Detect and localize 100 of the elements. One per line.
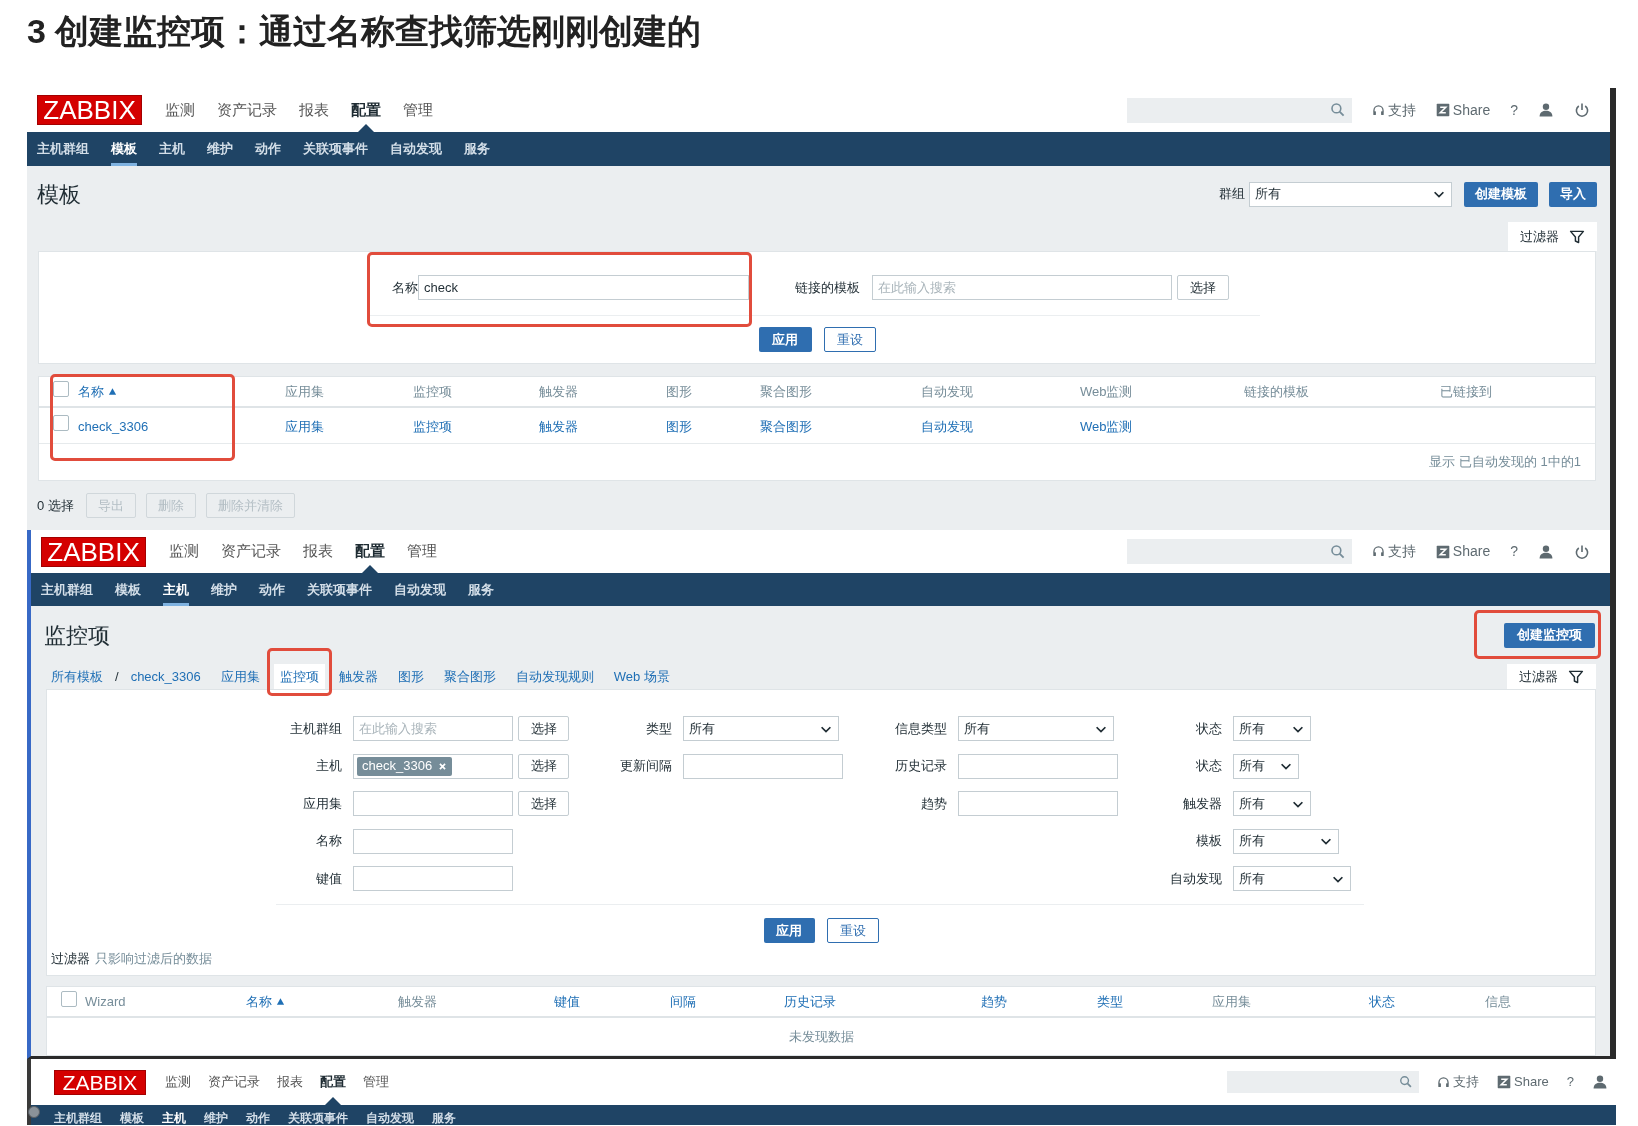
select-button[interactable]: 选择 xyxy=(518,753,569,779)
column-header[interactable]: 状态 xyxy=(1369,991,1485,1012)
nav-tab[interactable]: 聚合图形 xyxy=(437,664,502,689)
menu-item[interactable]: 监测 xyxy=(165,1072,191,1092)
input-field[interactable] xyxy=(958,753,1118,779)
select-button[interactable]: 选择 xyxy=(518,791,569,816)
submenu-tab[interactable]: 主机 xyxy=(159,132,185,166)
zabbix-logo[interactable]: ZABBIX xyxy=(41,536,146,567)
breadcrumb-link[interactable]: 所有模板 xyxy=(45,664,109,689)
user-icon[interactable] xyxy=(1592,1074,1608,1090)
support-link[interactable]: 支持 xyxy=(1371,541,1416,562)
submenu-tab[interactable]: 动作 xyxy=(255,132,281,166)
apply-button[interactable]: 应用 xyxy=(758,327,812,352)
search-field[interactable] xyxy=(1126,539,1352,564)
input-field[interactable] xyxy=(353,791,513,816)
search-field[interactable] xyxy=(1126,97,1352,123)
dropdown[interactable]: 所有 xyxy=(958,716,1114,741)
menu-item[interactable]: 管理 xyxy=(403,98,433,122)
power-icon[interactable] xyxy=(1574,543,1590,560)
dropdown[interactable]: 所有 xyxy=(1233,753,1299,779)
filter-tab[interactable]: 过滤器 xyxy=(1508,222,1597,251)
submenu-tab[interactable]: 关联项事件 xyxy=(303,132,368,166)
submenu-tab[interactable]: 模板 xyxy=(120,1105,144,1125)
input-field[interactable] xyxy=(353,828,513,854)
reset-button[interactable]: 重设 xyxy=(823,327,876,352)
input-field[interactable] xyxy=(353,866,513,891)
submenu-tab[interactable]: 主机 xyxy=(163,573,189,606)
reset-button[interactable]: 重设 xyxy=(826,918,879,943)
submenu-tab[interactable]: 服务 xyxy=(464,132,490,166)
filter-tab[interactable]: 过滤器 xyxy=(1507,664,1596,689)
table-link[interactable]: 应用集 xyxy=(285,418,324,434)
input-field[interactable]: 在此输入搜索 xyxy=(353,716,513,741)
submenu-tab[interactable]: 主机群组 xyxy=(37,132,89,166)
nav-tab[interactable]: Web 场景 xyxy=(607,664,676,689)
submenu-tab[interactable]: 维护 xyxy=(211,573,237,606)
share-link[interactable]: Share xyxy=(1435,541,1491,562)
create-template-button[interactable]: 创建模板 xyxy=(1464,181,1538,207)
share-link[interactable]: Share xyxy=(1435,99,1491,121)
dropdown[interactable]: 所有 xyxy=(1233,828,1339,854)
dropdown[interactable]: 所有 xyxy=(1233,716,1311,741)
menu-item[interactable]: 配置 xyxy=(351,98,381,122)
name-input[interactable]: check xyxy=(418,275,749,300)
dropdown[interactable]: 所有 xyxy=(1233,866,1351,891)
nav-tab[interactable]: 自动发现规则 xyxy=(509,664,600,689)
help-link[interactable]: ? xyxy=(1510,99,1518,121)
linked-template-input[interactable]: 在此输入搜索 xyxy=(872,275,1172,300)
dropdown[interactable]: 所有 xyxy=(683,716,839,741)
nav-tab[interactable]: 监控项 xyxy=(273,664,325,689)
submenu-tab[interactable]: 自动发现 xyxy=(366,1105,414,1125)
breadcrumb-link[interactable]: check_3306 xyxy=(124,664,207,689)
table-link[interactable]: 聚合图形 xyxy=(760,418,812,434)
menu-item[interactable]: 资产记录 xyxy=(208,1072,260,1092)
submenu-tab[interactable]: 主机群组 xyxy=(54,1105,102,1125)
submenu-tab[interactable]: 主机群组 xyxy=(41,573,93,606)
table-link[interactable]: 触发器 xyxy=(539,418,578,434)
apply-button[interactable]: 应用 xyxy=(763,918,815,943)
zabbix-logo[interactable]: ZABBIX xyxy=(54,1069,146,1095)
checkbox[interactable] xyxy=(53,414,69,431)
submenu-tab[interactable]: 服务 xyxy=(468,573,494,606)
input-field[interactable] xyxy=(958,791,1118,816)
menu-item[interactable]: 监测 xyxy=(165,98,195,122)
nav-tab[interactable]: 图形 xyxy=(391,664,430,689)
group-dropdown[interactable]: 所有 xyxy=(1249,181,1452,207)
submenu-tab[interactable]: 自动发现 xyxy=(390,132,442,166)
column-header[interactable]: 名称 xyxy=(246,991,398,1012)
menu-item[interactable]: 管理 xyxy=(407,540,437,563)
submenu-tab[interactable]: 主机 xyxy=(162,1105,186,1125)
column-header[interactable]: 间隔 xyxy=(670,991,784,1012)
search-field[interactable] xyxy=(1227,1071,1420,1093)
submenu-tab[interactable]: 模板 xyxy=(111,132,137,166)
checkbox[interactable] xyxy=(53,380,69,397)
menu-item[interactable]: 配置 xyxy=(355,540,385,563)
table-link[interactable]: check_3306 xyxy=(78,418,149,434)
column-header[interactable]: 历史记录 xyxy=(784,991,981,1012)
column-header[interactable]: 趋势 xyxy=(981,991,1097,1012)
user-icon[interactable] xyxy=(1538,543,1554,560)
table-link[interactable]: 图形 xyxy=(666,418,692,434)
nav-tab[interactable]: 应用集 xyxy=(214,664,266,689)
zabbix-logo[interactable]: ZABBIX xyxy=(37,95,142,125)
submenu-tab[interactable]: 动作 xyxy=(259,573,285,606)
column-header[interactable]: 键值 xyxy=(554,991,670,1012)
dropdown[interactable]: 所有 xyxy=(1233,791,1311,816)
menu-item[interactable]: 监测 xyxy=(169,540,199,563)
input-field[interactable] xyxy=(683,753,843,779)
checkbox[interactable] xyxy=(61,990,77,1007)
menu-item[interactable]: 报表 xyxy=(299,98,329,122)
menu-item[interactable]: 配置 xyxy=(320,1072,346,1092)
help-link[interactable]: ? xyxy=(1510,541,1518,562)
submenu-tab[interactable]: 自动发现 xyxy=(394,573,446,606)
create-item-button[interactable]: 创建监控项 xyxy=(1504,622,1595,648)
submenu-tab[interactable]: 关联项事件 xyxy=(288,1105,348,1125)
support-link[interactable]: 支持 xyxy=(1437,1072,1480,1092)
submenu-tab[interactable]: 维护 xyxy=(207,132,233,166)
table-link[interactable]: 监控项 xyxy=(413,418,452,434)
support-link[interactable]: 支持 xyxy=(1371,99,1416,121)
table-link[interactable]: Web监测 xyxy=(1080,418,1133,434)
select-button[interactable]: 选择 xyxy=(1177,275,1229,300)
menu-item[interactable]: 资产记录 xyxy=(221,540,281,563)
menu-item[interactable]: 资产记录 xyxy=(217,98,277,122)
import-button[interactable]: 导入 xyxy=(1549,181,1597,207)
